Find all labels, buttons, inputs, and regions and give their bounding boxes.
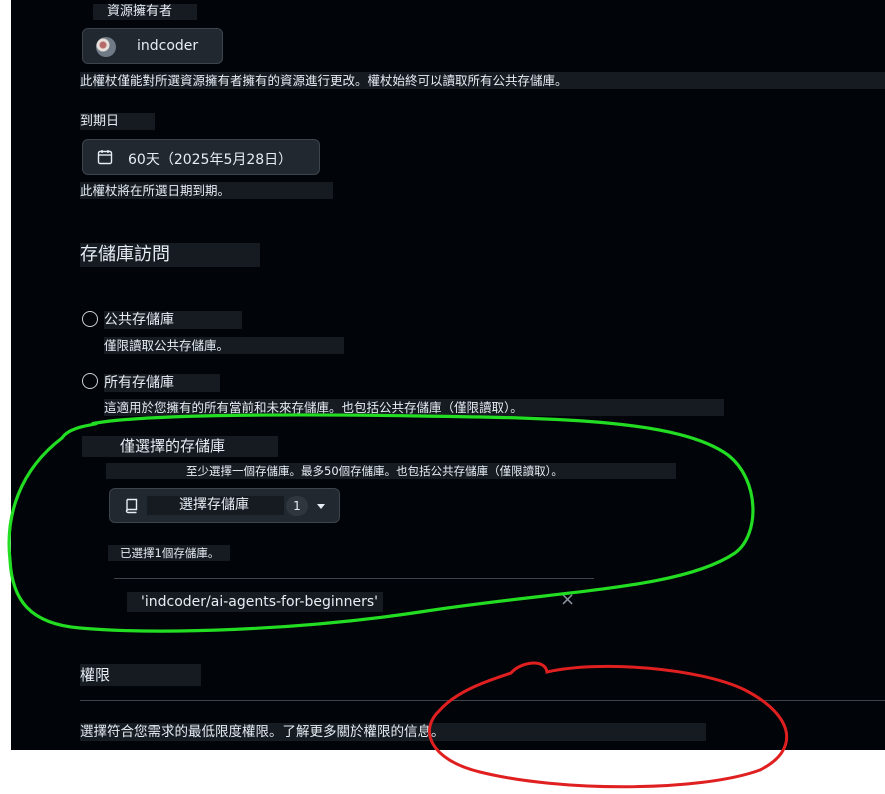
selected-repo-item: 'indcoder/ai-agents-for-beginners' <box>127 592 383 612</box>
select-repositories-label: 選擇存儲庫 <box>147 496 284 515</box>
token-settings-panel: 資源擁有者 indcoder 此權杖僅能對所選資源擁有者擁有的資源進行更改。權杖… <box>11 0 885 750</box>
selected-count-text: 已選擇1個存儲庫。 <box>108 545 230 561</box>
option-all-desc: 這適用於您擁有的所有當前和未來存儲庫。也包括公共存儲庫（僅限讀取）。 <box>104 399 724 416</box>
owner-note: 此權杖僅能對所選資源擁有者擁有的資源進行更改。權杖始終可以讀取所有公共存儲庫。 <box>80 72 885 89</box>
expiration-select-button[interactable]: 60天（2025年5月28日） <box>82 139 320 175</box>
option-selected-desc: 至少選擇一個存儲庫。最多50個存儲庫。也包括公共存儲庫（僅限讀取）。 <box>106 463 676 479</box>
selected-repos-divider <box>114 578 594 579</box>
permissions-note: 選擇符合您需求的最低限度權限。了解更多關於權限的信息。 <box>80 723 706 741</box>
expiration-value: 60天（2025年5月28日） <box>128 152 293 168</box>
expiration-note: 此權杖將在所選日期到期。 <box>80 182 333 199</box>
permissions-divider <box>80 700 885 701</box>
option-all-label[interactable]: 所有存儲庫 <box>104 374 220 392</box>
owner-avatar <box>96 37 116 57</box>
caret-down-icon <box>317 504 325 509</box>
repo-access-heading: 存儲庫訪問 <box>80 243 260 267</box>
owner-select-button[interactable]: indcoder <box>82 28 223 64</box>
option-selected-label[interactable]: 僅選擇的存儲庫 <box>82 436 278 457</box>
option-public-desc: 僅限讀取公共存儲庫。 <box>104 337 344 354</box>
owner-label: 資源擁有者 <box>93 4 197 20</box>
permissions-heading: 權限 <box>80 664 201 686</box>
owner-name: indcoder <box>137 38 199 54</box>
expiration-label: 到期日 <box>80 113 155 130</box>
calendar-icon <box>97 150 113 165</box>
remove-repo-icon[interactable]: × <box>560 589 575 610</box>
selected-count-badge: 1 <box>286 496 308 516</box>
radio-public-repos[interactable] <box>82 311 98 327</box>
repo-icon <box>125 498 138 514</box>
radio-all-repos[interactable] <box>82 373 98 389</box>
option-public-label[interactable]: 公共存儲庫 <box>104 311 242 329</box>
select-repositories-button[interactable]: 選擇存儲庫 1 <box>109 488 340 523</box>
